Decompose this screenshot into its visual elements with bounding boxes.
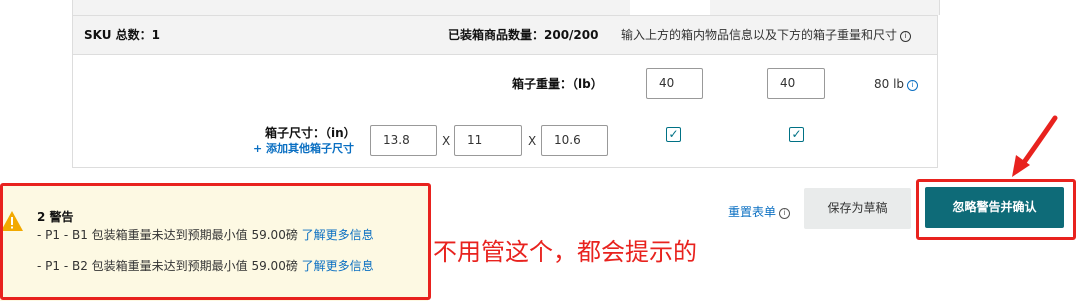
save-draft-button[interactable]: 保存为草稿 bbox=[804, 188, 911, 229]
box-weight-label: 箱子重量：（lb） bbox=[512, 77, 603, 91]
info-icon[interactable]: i bbox=[900, 31, 912, 42]
box-length-input[interactable]: 13.8 bbox=[370, 125, 437, 156]
dim-separator: X bbox=[442, 134, 451, 148]
dim-separator: X bbox=[528, 134, 537, 148]
sku-total: SKU 总数：1 bbox=[84, 28, 161, 42]
box-weight-input-2[interactable]: 40 bbox=[767, 68, 825, 99]
box-weight-input-1[interactable]: 40 bbox=[646, 68, 703, 99]
input-hint-text: 输入上方的箱内物品信息以及下方的箱子重量和尺寸 bbox=[621, 28, 898, 42]
add-box-dims-link[interactable]: + 添加其他箱子尺寸 bbox=[253, 140, 354, 156]
box-height-input[interactable]: 10.6 bbox=[541, 125, 608, 156]
box-dims-label: 箱子尺寸：（in） bbox=[265, 126, 356, 140]
total-weight-value: 80 lb bbox=[874, 77, 905, 91]
table-top-cell bbox=[630, 0, 710, 15]
box-2-dims-checkbox[interactable]: ✓ bbox=[789, 127, 804, 142]
table-top-strip bbox=[72, 0, 940, 15]
total-weight: 80 lb i bbox=[874, 77, 919, 91]
reset-form-label[interactable]: 重置表单 bbox=[728, 205, 776, 219]
box-width-input[interactable]: 11 bbox=[454, 125, 522, 156]
packed-count: 已装箱商品数量：200/200 bbox=[448, 28, 599, 42]
info-icon[interactable]: i bbox=[907, 80, 919, 91]
warning-highlight-box bbox=[0, 183, 431, 300]
input-hint: 输入上方的箱内物品信息以及下方的箱子重量和尺寸 i bbox=[621, 26, 912, 43]
confirm-highlight-box bbox=[916, 179, 1076, 240]
box-1-dims-checkbox[interactable]: ✓ bbox=[666, 127, 681, 142]
reset-form-link[interactable]: 重置表单 i bbox=[728, 203, 791, 220]
annotation-note: 不用管这个，都会提示的 bbox=[433, 238, 697, 266]
info-icon[interactable]: i bbox=[779, 208, 791, 219]
